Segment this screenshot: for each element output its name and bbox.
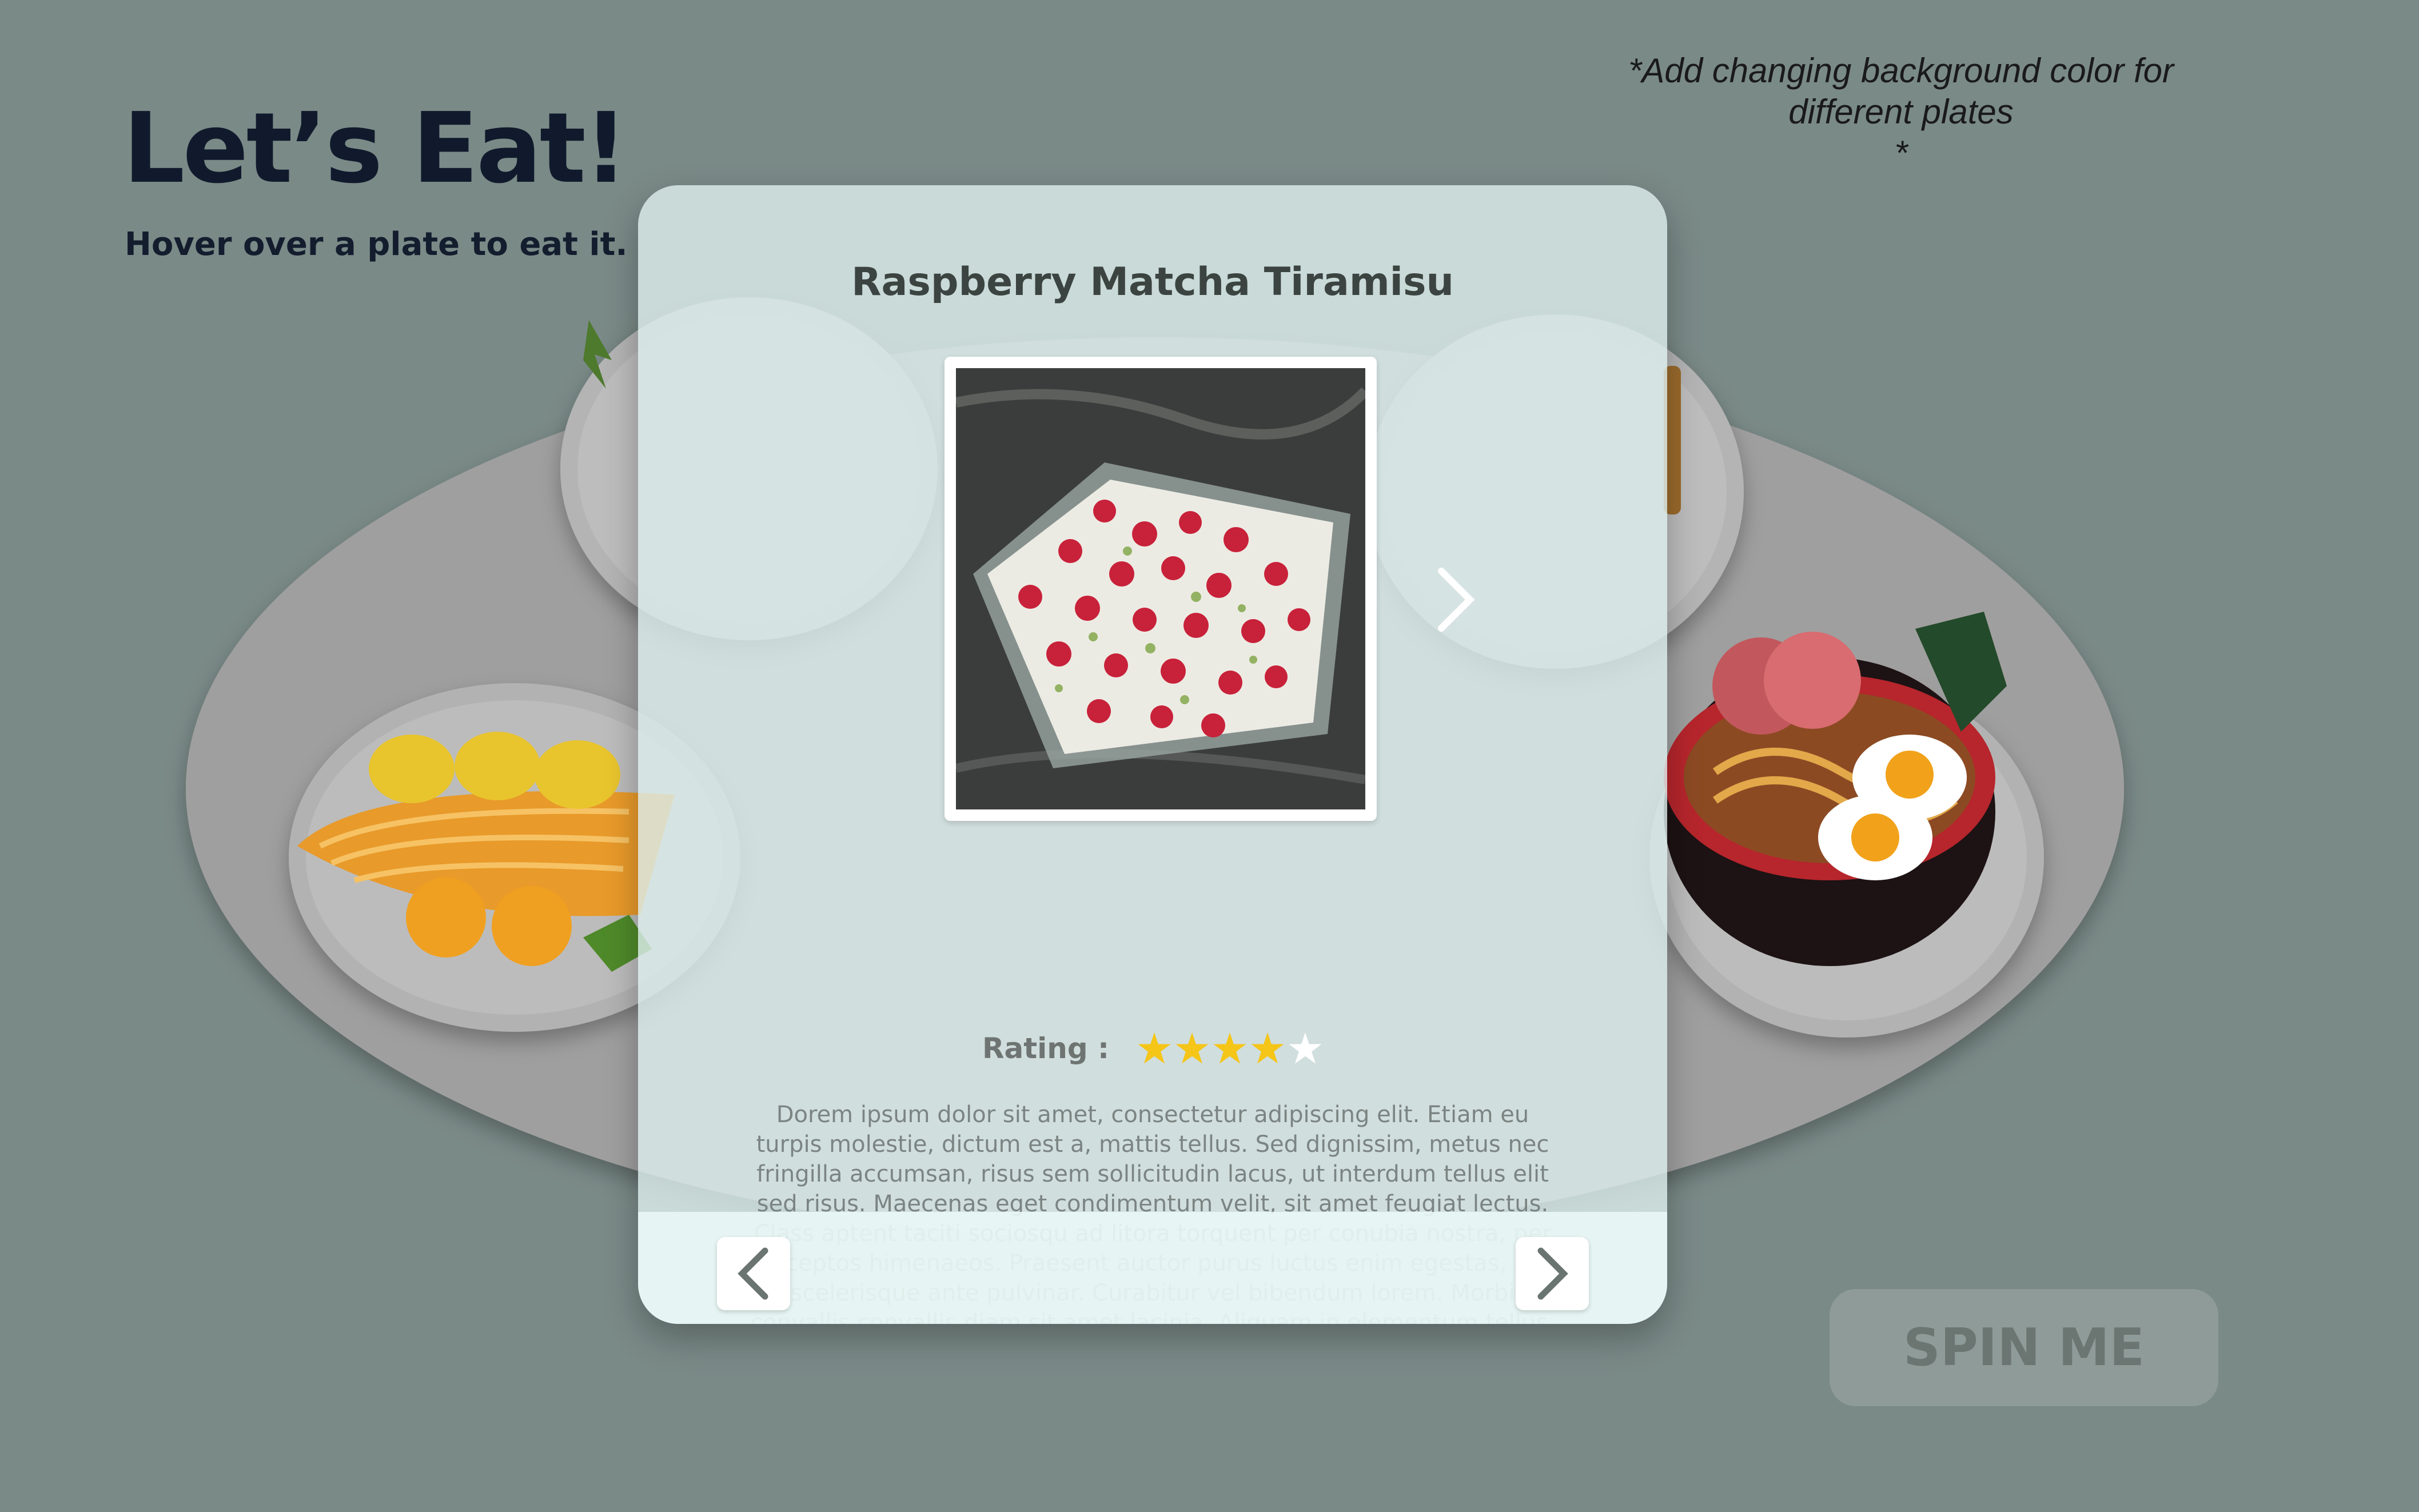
previous-dish-button[interactable]	[717, 1237, 790, 1310]
dish-title: Raspberry Matcha Tiramisu	[851, 260, 1454, 305]
rating-stars	[1137, 1031, 1323, 1066]
chevron-left-icon	[738, 1247, 768, 1300]
spin-button[interactable]: SPIN ME	[1830, 1289, 2218, 1406]
dish-photo	[945, 357, 1377, 821]
photo-next-chevron-icon[interactable]	[1427, 562, 1484, 637]
modal-footer	[638, 1212, 1667, 1324]
star-icon	[1175, 1032, 1209, 1064]
chevron-right-icon	[1537, 1247, 1568, 1300]
star-icon	[1251, 1032, 1284, 1064]
tiramisu-photo	[956, 368, 1365, 809]
rating-label: Rating :	[982, 1032, 1110, 1065]
next-dish-button[interactable]	[1516, 1237, 1589, 1310]
rating-row: Rating :	[638, 1026, 1667, 1071]
dish-modal: Raspberry Matcha Tiramisu Rating: Dorem…	[638, 185, 1667, 1324]
star-icon	[1138, 1032, 1171, 1064]
star-icon	[1289, 1032, 1322, 1064]
star-icon	[1213, 1032, 1246, 1064]
